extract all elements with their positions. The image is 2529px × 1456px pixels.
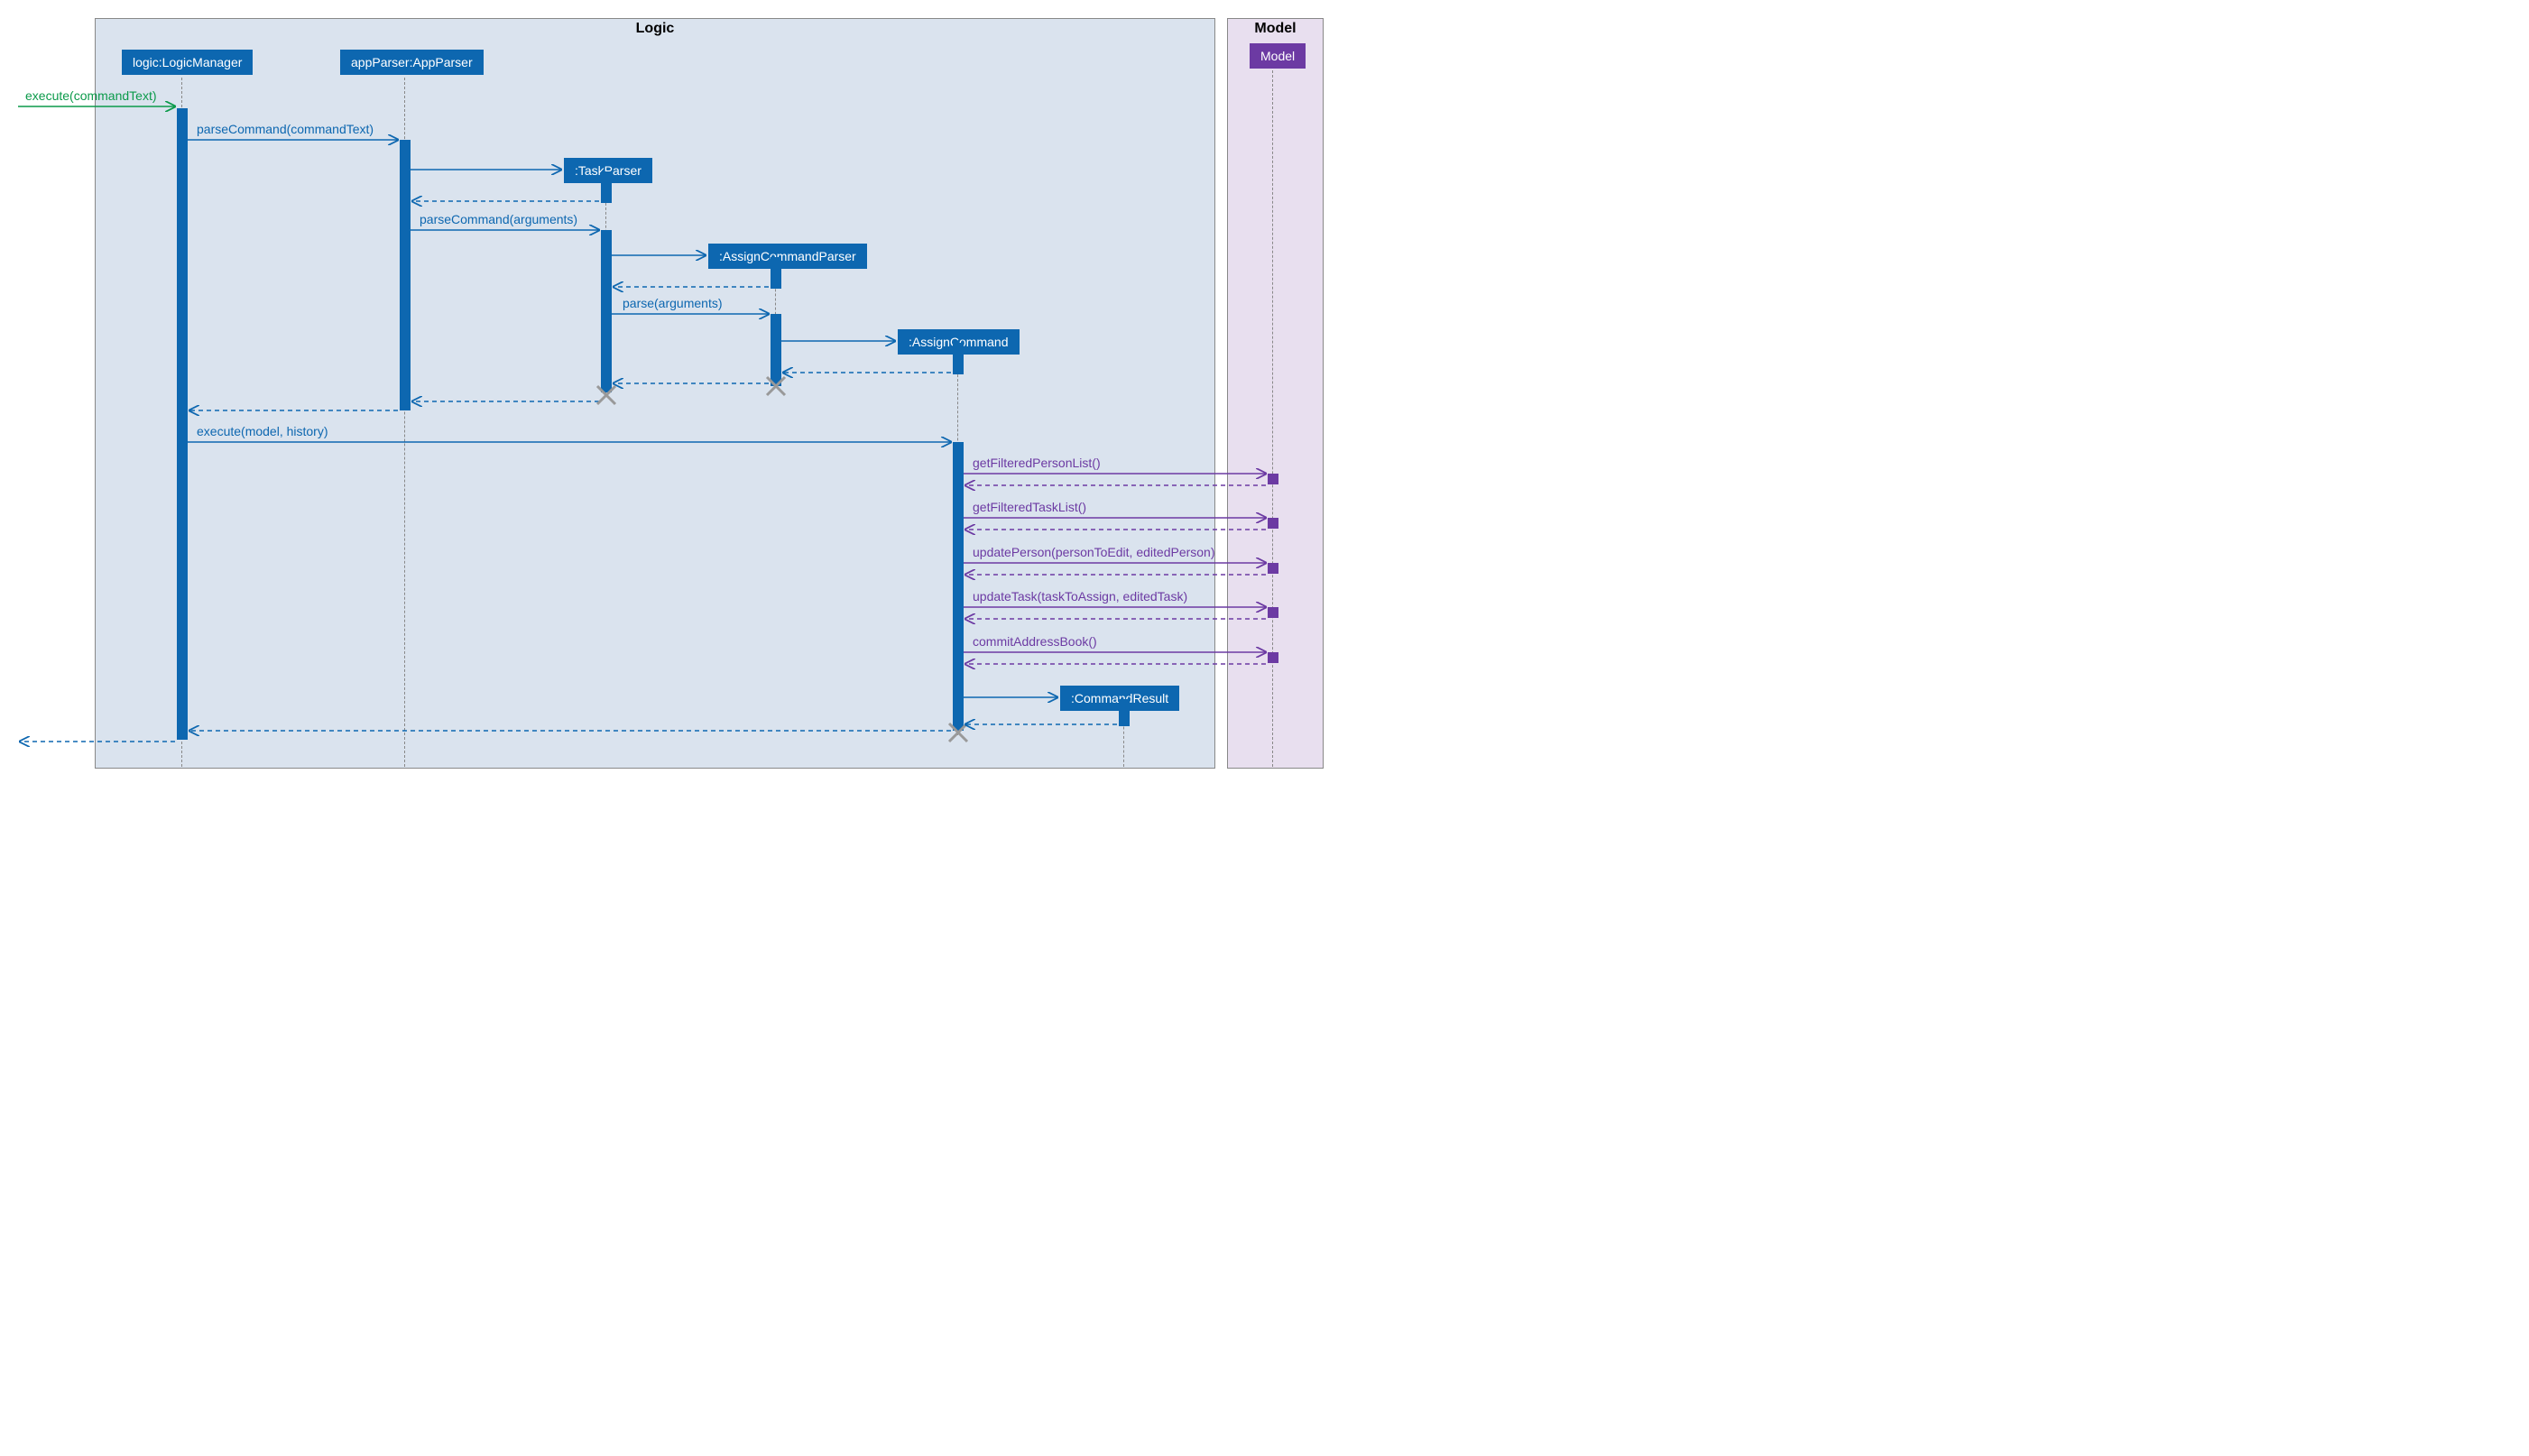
msg-update-person: updatePerson(personToEdit, editedPerson): [973, 545, 1215, 559]
sequence-diagram: Logic Model logic:LogicManager appParser…: [18, 18, 1335, 767]
activation-app-parser: [400, 140, 411, 410]
msg-commit: commitAddressBook(): [973, 634, 1097, 649]
activation-model-5: [1268, 652, 1278, 663]
frame-model-title: Model: [1228, 21, 1323, 37]
activation-task-parser-create: [601, 171, 612, 203]
msg-gftl: getFilteredTaskList(): [973, 500, 1086, 514]
activation-logic-manager: [177, 108, 188, 740]
msg-update-task: updateTask(taskToAssign, editedTask): [973, 589, 1187, 604]
lifeline-logic-manager: logic:LogicManager: [122, 50, 253, 75]
activation-assign-command: [953, 442, 964, 731]
msg-parse-command-2: parseCommand(arguments): [420, 212, 577, 226]
activation-model-1: [1268, 474, 1278, 484]
lifeline-model: Model: [1250, 43, 1306, 69]
msg-gfpl: getFilteredPersonList(): [973, 456, 1101, 470]
activation-model-2: [1268, 518, 1278, 529]
msg-parse-command-1: parseCommand(commandText): [197, 122, 374, 136]
msg-execute-model: execute(model, history): [197, 424, 328, 438]
activation-acp-create: [771, 257, 781, 289]
frame-logic-title: Logic: [96, 21, 1214, 37]
activation-assign-command-create: [953, 343, 964, 374]
msg-parse: parse(arguments): [623, 296, 723, 310]
activation-task-parser: [601, 230, 612, 392]
activation-command-result: [1119, 699, 1130, 726]
lifeline-assign-command-parser: :AssignCommandParser: [708, 244, 867, 269]
msg-execute-in: execute(commandText): [25, 88, 157, 103]
activation-acp: [771, 314, 781, 386]
activation-model-3: [1268, 563, 1278, 574]
activation-model-4: [1268, 607, 1278, 618]
lifeline-app-parser: appParser:AppParser: [340, 50, 484, 75]
